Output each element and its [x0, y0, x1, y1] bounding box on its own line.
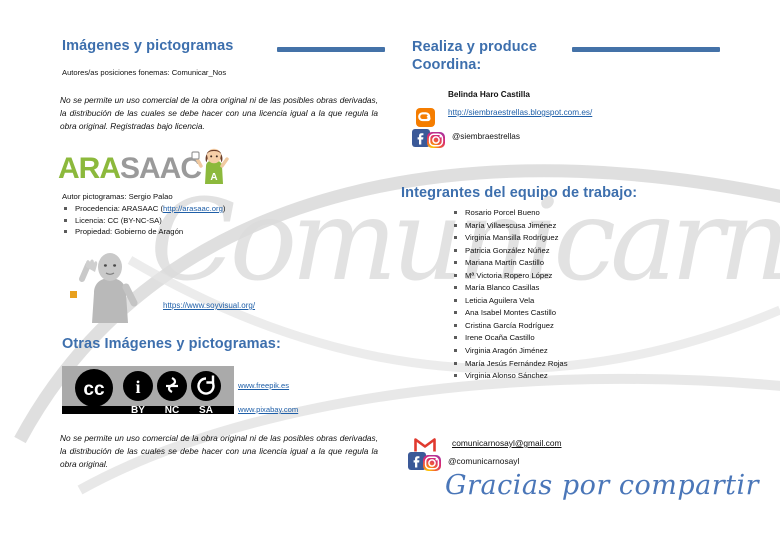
page-title-realiza-line1: Realiza y produce: [412, 39, 537, 55]
list-item: María Jesús Fernández Rojas: [452, 358, 702, 371]
credit-item-propiedad: Propiedad: Gobierno de Aragón: [62, 226, 302, 238]
page-title-realiza: Realiza y produce Coordina:: [412, 38, 592, 74]
list-item: Ana Isabel Montes Castillo: [452, 307, 702, 320]
arasaac-logo: ARASAAC A: [58, 148, 248, 192]
freepik-website-link[interactable]: www.freepik.es: [238, 381, 289, 390]
slide-canvas: Comunicarnos Imágenes y pictogramas Auto…: [0, 0, 780, 540]
title-rule-right: [572, 47, 720, 52]
arasaac-credits-block: Autor pictogramas: Sergio Palao Proceden…: [62, 192, 302, 238]
team-members-list: Rosario Porcel Bueno María Villaescusa J…: [452, 207, 702, 383]
social-icons-group-footer[interactable]: [408, 452, 444, 471]
list-item: Patricia González Núñez: [452, 245, 702, 258]
blogger-icon[interactable]: [416, 108, 435, 127]
arasaac-wordmark: ARASAAC: [58, 152, 202, 186]
list-item: Mª Victoria Ropero López: [452, 270, 702, 283]
svg-text:A: A: [210, 172, 217, 183]
soyvisual-website-link[interactable]: https://www.soyvisual.org/: [163, 301, 255, 310]
license-paragraph-top: No se permite un uso comercial de la obr…: [60, 95, 378, 132]
list-item: María Blanco Casillas: [452, 282, 702, 295]
soyvisual-mannequin-image: [70, 253, 138, 323]
credit-item-procedencia: Procedencia: ARASAAC (http://arasaac.org…: [62, 203, 302, 215]
title-rule-left: [277, 47, 385, 52]
page-title-images: Imágenes y pictogramas: [62, 38, 234, 54]
list-item: Rosario Porcel Bueno: [452, 207, 702, 220]
cc-badge-nc-text: NC: [165, 405, 179, 414]
coordinator-social-handle: @siembraestrellas: [452, 132, 520, 141]
blog-url-link[interactable]: http://siembraestrellas.blogspot.com.es/: [448, 108, 592, 117]
arasaac-girl-pictogram-icon: A: [191, 148, 229, 184]
social-icons-group-coordinator[interactable]: [412, 129, 448, 148]
list-item: Mariana Martín Castillo: [452, 257, 702, 270]
license-paragraph-bottom: No se permite un uso comercial de la obr…: [60, 433, 378, 470]
page-title-realiza-line2: Coordina:: [412, 57, 482, 73]
arasaac-wordmark-green: ARA: [58, 152, 121, 185]
list-item: Irene Ocaña Castillo: [452, 332, 702, 345]
cc-badge-cc-text: cc: [83, 379, 105, 400]
cc-badge-by-text: BY: [131, 405, 145, 414]
svg-text:i: i: [135, 377, 140, 397]
contact-email[interactable]: comunicarnosayl@gmail.com: [452, 438, 562, 448]
thanks-message: Gracias por compartir: [445, 470, 760, 501]
authors-line: Autores/as posiciones fonemas: Comunicar…: [62, 68, 227, 77]
cc-badge-sa-text: SA: [199, 405, 213, 414]
creative-commons-by-nc-sa-badge: cc i BY NC SA: [62, 366, 234, 414]
list-item: María Villaescusa Jiménez: [452, 220, 702, 233]
pixabay-website-link[interactable]: www.pixabay.com: [238, 405, 298, 414]
list-item: Cristina García Rodríguez: [452, 320, 702, 333]
footer-social-handle: @comunicarnosayl: [448, 456, 520, 466]
section-title-otras-imagenes: Otras Imágenes y pictogramas:: [62, 336, 281, 352]
list-item: Virginia Alonso Sánchez: [452, 370, 702, 383]
arasaac-credits-lead: Autor pictogramas: Sergio Palao: [62, 192, 173, 201]
list-item: Virginia Mansilla Rodríguez: [452, 232, 702, 245]
section-title-team: Integrantes del equipo de trabajo:: [401, 185, 638, 201]
list-item: Leticia Aguilera Vela: [452, 295, 702, 308]
list-item: Virginia Aragón Jiménez: [452, 345, 702, 358]
credit-item-procedencia-suffix: ): [222, 204, 226, 213]
gmail-icon[interactable]: [414, 436, 436, 453]
credit-item-procedencia-prefix: Procedencia: ARASAAC (: [75, 204, 164, 213]
arasaac-website-link[interactable]: http://arasaac.org: [163, 204, 223, 213]
coordinator-name: Belinda Haro Castilla: [448, 90, 530, 99]
credit-item-licencia: Licencia: CC (BY-NC-SA): [62, 215, 302, 227]
arasaac-credits-list: Procedencia: ARASAAC (http://arasaac.org…: [62, 203, 302, 238]
